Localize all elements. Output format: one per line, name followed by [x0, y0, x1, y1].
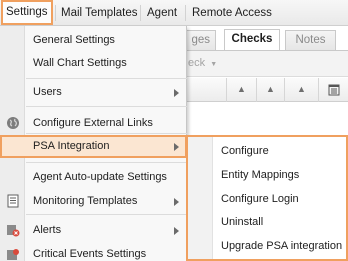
menu-separator: [140, 5, 141, 21]
menu-mail-templates[interactable]: Mail Templates: [61, 0, 138, 26]
submenu-item-label: Configure Login: [221, 193, 299, 205]
menu-item-monitoring-templates[interactable]: Monitoring Templates: [0, 190, 187, 212]
menu-item-configure-external-links[interactable]: Configure External Links: [0, 112, 187, 134]
settings-dropdown: General Settings Wall Chart Settings Use…: [0, 26, 187, 261]
alert-icon: [6, 223, 20, 237]
submenu-item-label: Uninstall: [221, 216, 264, 228]
submenu-item-upgrade-psa-integration[interactable]: Upgrade PSA integration: [188, 235, 346, 257]
calendar-icon[interactable]: [318, 78, 348, 102]
document-icon: [6, 194, 20, 208]
menu-item-wall-chart-settings[interactable]: Wall Chart Settings: [0, 52, 187, 74]
chevron-right-icon: [174, 198, 179, 206]
menu-divider: [26, 162, 187, 163]
sort-asc-icon[interactable]: ▲: [226, 78, 256, 102]
submenu-item-configure-login[interactable]: Configure Login: [188, 188, 346, 210]
menu-item-critical-events-settings[interactable]: Critical Events Settings: [0, 243, 187, 261]
chevron-down-icon: ▼: [210, 61, 218, 68]
menu-remote-access[interactable]: Remote Access: [192, 0, 272, 26]
submenu-item-uninstall[interactable]: Uninstall: [188, 211, 346, 233]
chevron-right-icon: [174, 227, 179, 235]
menu-divider: [26, 78, 187, 79]
menu-item-label: Wall Chart Settings: [33, 57, 127, 69]
table-header: ▲ ▲ ▲: [186, 78, 348, 102]
menu-item-label: PSA Integration: [33, 140, 110, 152]
menu-item-label: General Settings: [33, 34, 115, 46]
menu-item-label: Alerts: [33, 224, 62, 236]
menu-separator: [185, 5, 186, 21]
submenu-item-entity-mappings[interactable]: Entity Mappings: [188, 164, 346, 186]
sort-asc-icon[interactable]: ▲: [284, 78, 318, 102]
menu-settings[interactable]: Settings: [1, 0, 53, 25]
check-dropdown-label: eck: [188, 57, 206, 69]
sort-asc-icon[interactable]: ▲: [256, 78, 284, 102]
menu-item-label: Configure External Links: [33, 117, 153, 129]
menu-item-agent-auto-update-settings[interactable]: Agent Auto-update Settings: [0, 166, 187, 188]
globe-icon: [6, 116, 20, 130]
menu-divider: [26, 133, 187, 134]
chevron-right-icon: [174, 143, 179, 151]
menu-item-label: Monitoring Templates: [33, 195, 138, 207]
menu-divider: [26, 214, 187, 215]
submenu-item-configure[interactable]: Configure: [188, 140, 346, 162]
menu-divider: [26, 106, 187, 107]
menu-agent[interactable]: Agent: [147, 0, 177, 26]
chevron-right-icon: [174, 89, 179, 97]
critical-events-icon: [6, 247, 20, 261]
menu-item-alerts[interactable]: Alerts: [0, 219, 187, 241]
psa-integration-submenu: Configure Entity Mappings Configure Logi…: [186, 135, 348, 261]
tab-notes[interactable]: Notes: [285, 30, 336, 50]
tab-checks[interactable]: Checks: [224, 29, 280, 51]
submenu-item-label: Upgrade PSA integration: [221, 240, 343, 252]
toolbar: eck ▼: [186, 51, 348, 77]
submenu-item-label: Configure: [221, 145, 269, 157]
menu-item-general-settings[interactable]: General Settings: [0, 29, 187, 51]
menu-item-users[interactable]: Users: [0, 81, 187, 103]
menu-item-psa-integration[interactable]: PSA Integration: [0, 135, 187, 158]
submenu-item-label: Entity Mappings: [221, 169, 300, 181]
menu-separator: [55, 5, 56, 21]
menu-item-label: Critical Events Settings: [33, 248, 147, 260]
menu-item-label: Agent Auto-update Settings: [33, 171, 167, 183]
menu-item-label: Users: [33, 86, 62, 98]
menu-bar: Settings Mail Templates Agent Remote Acc…: [0, 0, 348, 26]
check-dropdown[interactable]: eck ▼: [186, 55, 220, 73]
